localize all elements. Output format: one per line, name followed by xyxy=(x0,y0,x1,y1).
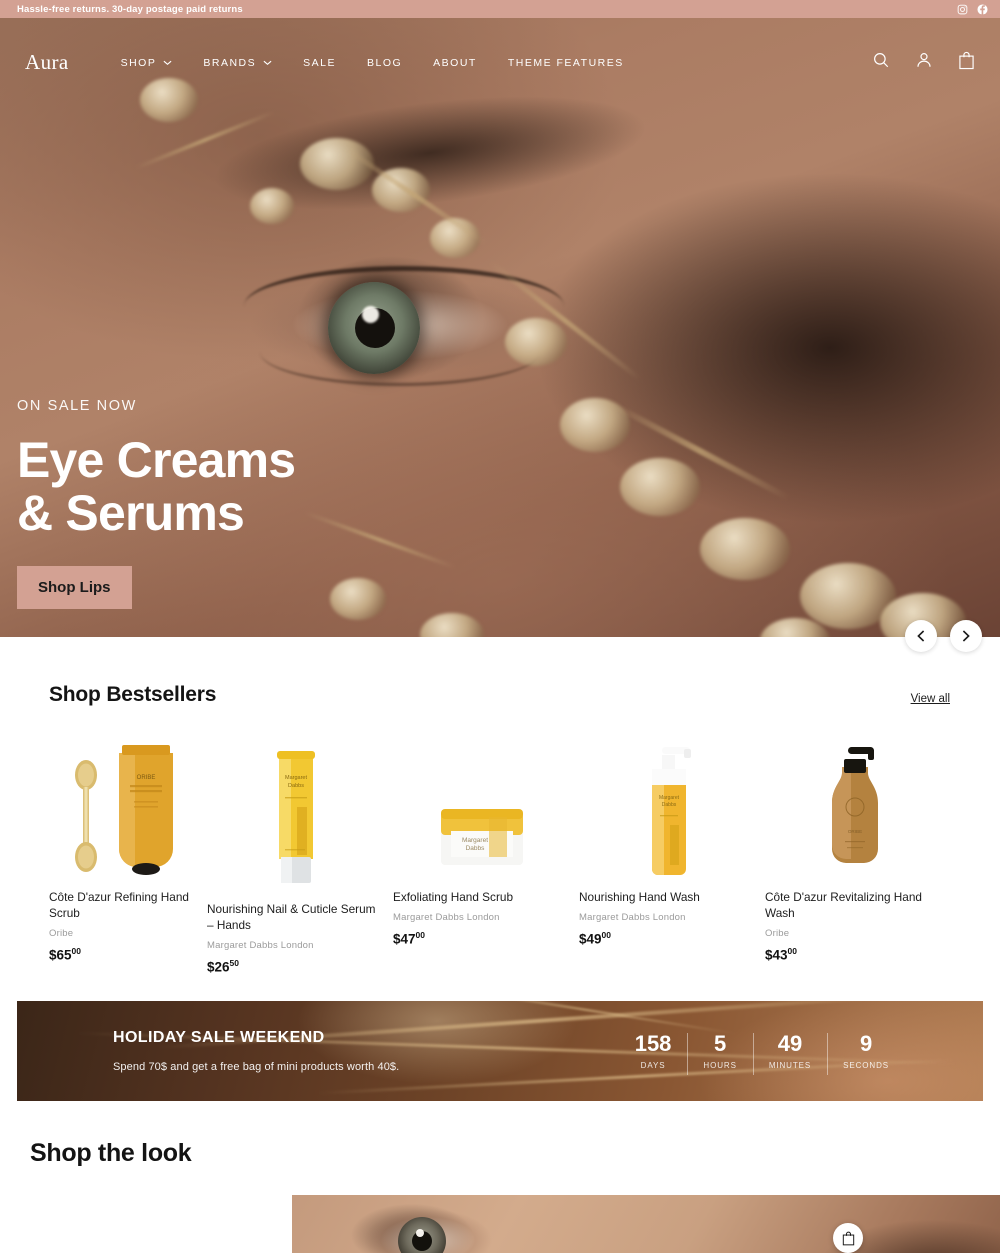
cart-icon[interactable] xyxy=(958,51,975,75)
nav-item-blog[interactable]: BLOG xyxy=(367,57,402,69)
countdown-label: MINUTES xyxy=(769,1061,811,1070)
nav-item-brands[interactable]: BRANDS xyxy=(203,57,272,69)
nav-item-shop[interactable]: SHOP xyxy=(121,57,173,69)
product-image[interactable]: ORIBE xyxy=(765,747,943,877)
svg-text:Dabbs: Dabbs xyxy=(466,845,486,852)
countdown-days: 158 DAYS xyxy=(619,1031,688,1070)
product-price: $4900 xyxy=(579,930,757,947)
carousel-controls xyxy=(905,620,982,652)
promo-text: HOLIDAY SALE WEEKEND Spend 70$ and get a… xyxy=(113,1029,399,1073)
chevron-down-icon xyxy=(263,60,272,66)
carousel-prev-button[interactable] xyxy=(905,620,937,652)
bestsellers-product-list: ORIBE Côte D'azur Refining Hand Scrub Or… xyxy=(0,727,1000,975)
nav-item-sale[interactable]: SALE xyxy=(303,57,336,69)
hero-title-line-1: Eye Creams xyxy=(17,434,295,487)
product-brand: Oribe xyxy=(765,928,943,939)
product-image[interactable]: ORIBE xyxy=(49,727,199,877)
product-image[interactable]: Margaret Dabbs xyxy=(207,739,385,889)
product-image[interactable]: Margaret Dabbs xyxy=(393,753,571,877)
product-brand: Margaret Dabbs London xyxy=(579,912,757,923)
product-price: $4700 xyxy=(393,930,571,947)
svg-text:Margaret: Margaret xyxy=(285,775,307,781)
countdown-label: HOURS xyxy=(703,1061,736,1070)
promo-title: HOLIDAY SALE WEEKEND xyxy=(113,1029,399,1047)
search-icon[interactable] xyxy=(872,51,890,74)
countdown-seconds: 9 SECONDS xyxy=(827,1031,905,1070)
svg-text:Dabbs: Dabbs xyxy=(662,802,677,808)
countdown-label: DAYS xyxy=(635,1061,672,1070)
product-name: Exfoliating Hand Scrub xyxy=(393,889,571,905)
promo-subtitle: Spend 70$ and get a free bag of mini pro… xyxy=(113,1061,399,1073)
announcement-bar: Hassle-free returns. 30-day postage paid… xyxy=(0,0,1000,18)
product-name: Côte D'azur Revitalizing Hand Wash xyxy=(765,889,943,921)
hero-cta-button[interactable]: Shop Lips xyxy=(17,566,132,609)
product-card[interactable]: Margaret Dabbs Exfoliating Hand Scrub Ma… xyxy=(389,727,575,975)
price-main: $43 xyxy=(765,948,788,963)
svg-text:Dabbs: Dabbs xyxy=(288,783,304,789)
chevron-down-icon xyxy=(163,60,172,66)
shop-the-look-title: Shop the look xyxy=(30,1139,1000,1168)
svg-text:ORIBE: ORIBE xyxy=(137,775,156,781)
site-logo[interactable]: Aura xyxy=(25,50,69,75)
hero-banner: Aura SHOP BRANDS SALE BLOG ABOUT THEME F… xyxy=(0,18,1000,637)
nav-label: BRANDS xyxy=(203,57,256,69)
promo-banner[interactable]: HOLIDAY SALE WEEKEND Spend 70$ and get a… xyxy=(17,1001,983,1101)
hero-title-line-2: & Serums xyxy=(17,487,295,540)
bag-hotspot[interactable] xyxy=(833,1223,863,1253)
product-price: $4300 xyxy=(765,946,943,963)
product-brand: Margaret Dabbs London xyxy=(393,912,571,923)
product-brand: Margaret Dabbs London xyxy=(207,940,385,951)
svg-text:Margaret: Margaret xyxy=(462,837,488,844)
bestsellers-title: Shop Bestsellers xyxy=(49,683,216,707)
product-card[interactable]: ORIBE Côte D'azur Refining Hand Scrub Or… xyxy=(17,727,203,975)
instagram-icon[interactable] xyxy=(957,4,968,15)
countdown-minutes: 49 MINUTES xyxy=(753,1031,827,1070)
countdown-hours: 5 HOURS xyxy=(687,1031,752,1070)
price-cents: 50 xyxy=(230,958,239,968)
price-main: $47 xyxy=(393,932,416,947)
countdown-label: SECONDS xyxy=(843,1061,889,1070)
price-cents: 00 xyxy=(72,946,81,956)
main-nav: SHOP BRANDS SALE BLOG ABOUT THEME FEATUR… xyxy=(121,57,624,69)
shop-the-look-image[interactable] xyxy=(292,1195,1000,1253)
view-all-link[interactable]: View all xyxy=(911,693,950,707)
header-icons xyxy=(872,51,975,75)
countdown-value: 158 xyxy=(635,1031,672,1057)
nav-label: SHOP xyxy=(121,57,157,69)
product-image[interactable]: Margaret Dabbs xyxy=(579,745,757,877)
product-price: $6500 xyxy=(49,946,199,963)
price-cents: 00 xyxy=(416,930,425,940)
countdown-value: 9 xyxy=(843,1031,889,1057)
product-card[interactable]: Margaret Dabbs Nourishing Nail & Cuticle… xyxy=(203,727,389,975)
svg-text:Margaret: Margaret xyxy=(659,795,680,801)
nav-item-theme-features[interactable]: THEME FEATURES xyxy=(508,57,624,69)
price-main: $65 xyxy=(49,948,72,963)
hero-title: Eye Creams & Serums xyxy=(17,434,295,540)
countdown-timer: 158 DAYS 5 HOURS 49 MINUTES 9 SECONDS xyxy=(619,1031,905,1070)
bestsellers-header: Shop Bestsellers View all xyxy=(0,673,1000,707)
product-name: Nourishing Hand Wash xyxy=(579,889,757,905)
facebook-icon[interactable] xyxy=(977,4,988,15)
price-main: $26 xyxy=(207,960,230,975)
hero-content: ON SALE NOW Eye Creams & Serums Shop Lip… xyxy=(17,398,295,609)
price-cents: 00 xyxy=(788,946,797,956)
product-card[interactable]: Margaret Dabbs Nourishing Hand Wash Marg… xyxy=(575,727,761,975)
product-card[interactable]: ORIBE Côte D'azur Revitalizing Hand Wash… xyxy=(761,727,947,975)
product-name: Côte D'azur Refining Hand Scrub xyxy=(49,889,199,921)
product-brand: Oribe xyxy=(49,928,199,939)
product-name: Nourishing Nail & Cuticle Serum – Hands xyxy=(207,901,385,933)
countdown-value: 49 xyxy=(769,1031,811,1057)
account-icon[interactable] xyxy=(915,51,933,74)
price-main: $49 xyxy=(579,932,602,947)
countdown-value: 5 xyxy=(703,1031,736,1057)
site-header: Aura SHOP BRANDS SALE BLOG ABOUT THEME F… xyxy=(0,36,1000,89)
product-price: $2650 xyxy=(207,958,385,975)
nav-item-about[interactable]: ABOUT xyxy=(433,57,477,69)
hero-eyebrow: ON SALE NOW xyxy=(17,398,295,414)
svg-text:ORIBE: ORIBE xyxy=(848,829,862,834)
social-links xyxy=(957,4,988,15)
price-cents: 00 xyxy=(602,930,611,940)
announcement-text: Hassle-free returns. 30-day postage paid… xyxy=(17,4,243,15)
carousel-next-button[interactable] xyxy=(950,620,982,652)
